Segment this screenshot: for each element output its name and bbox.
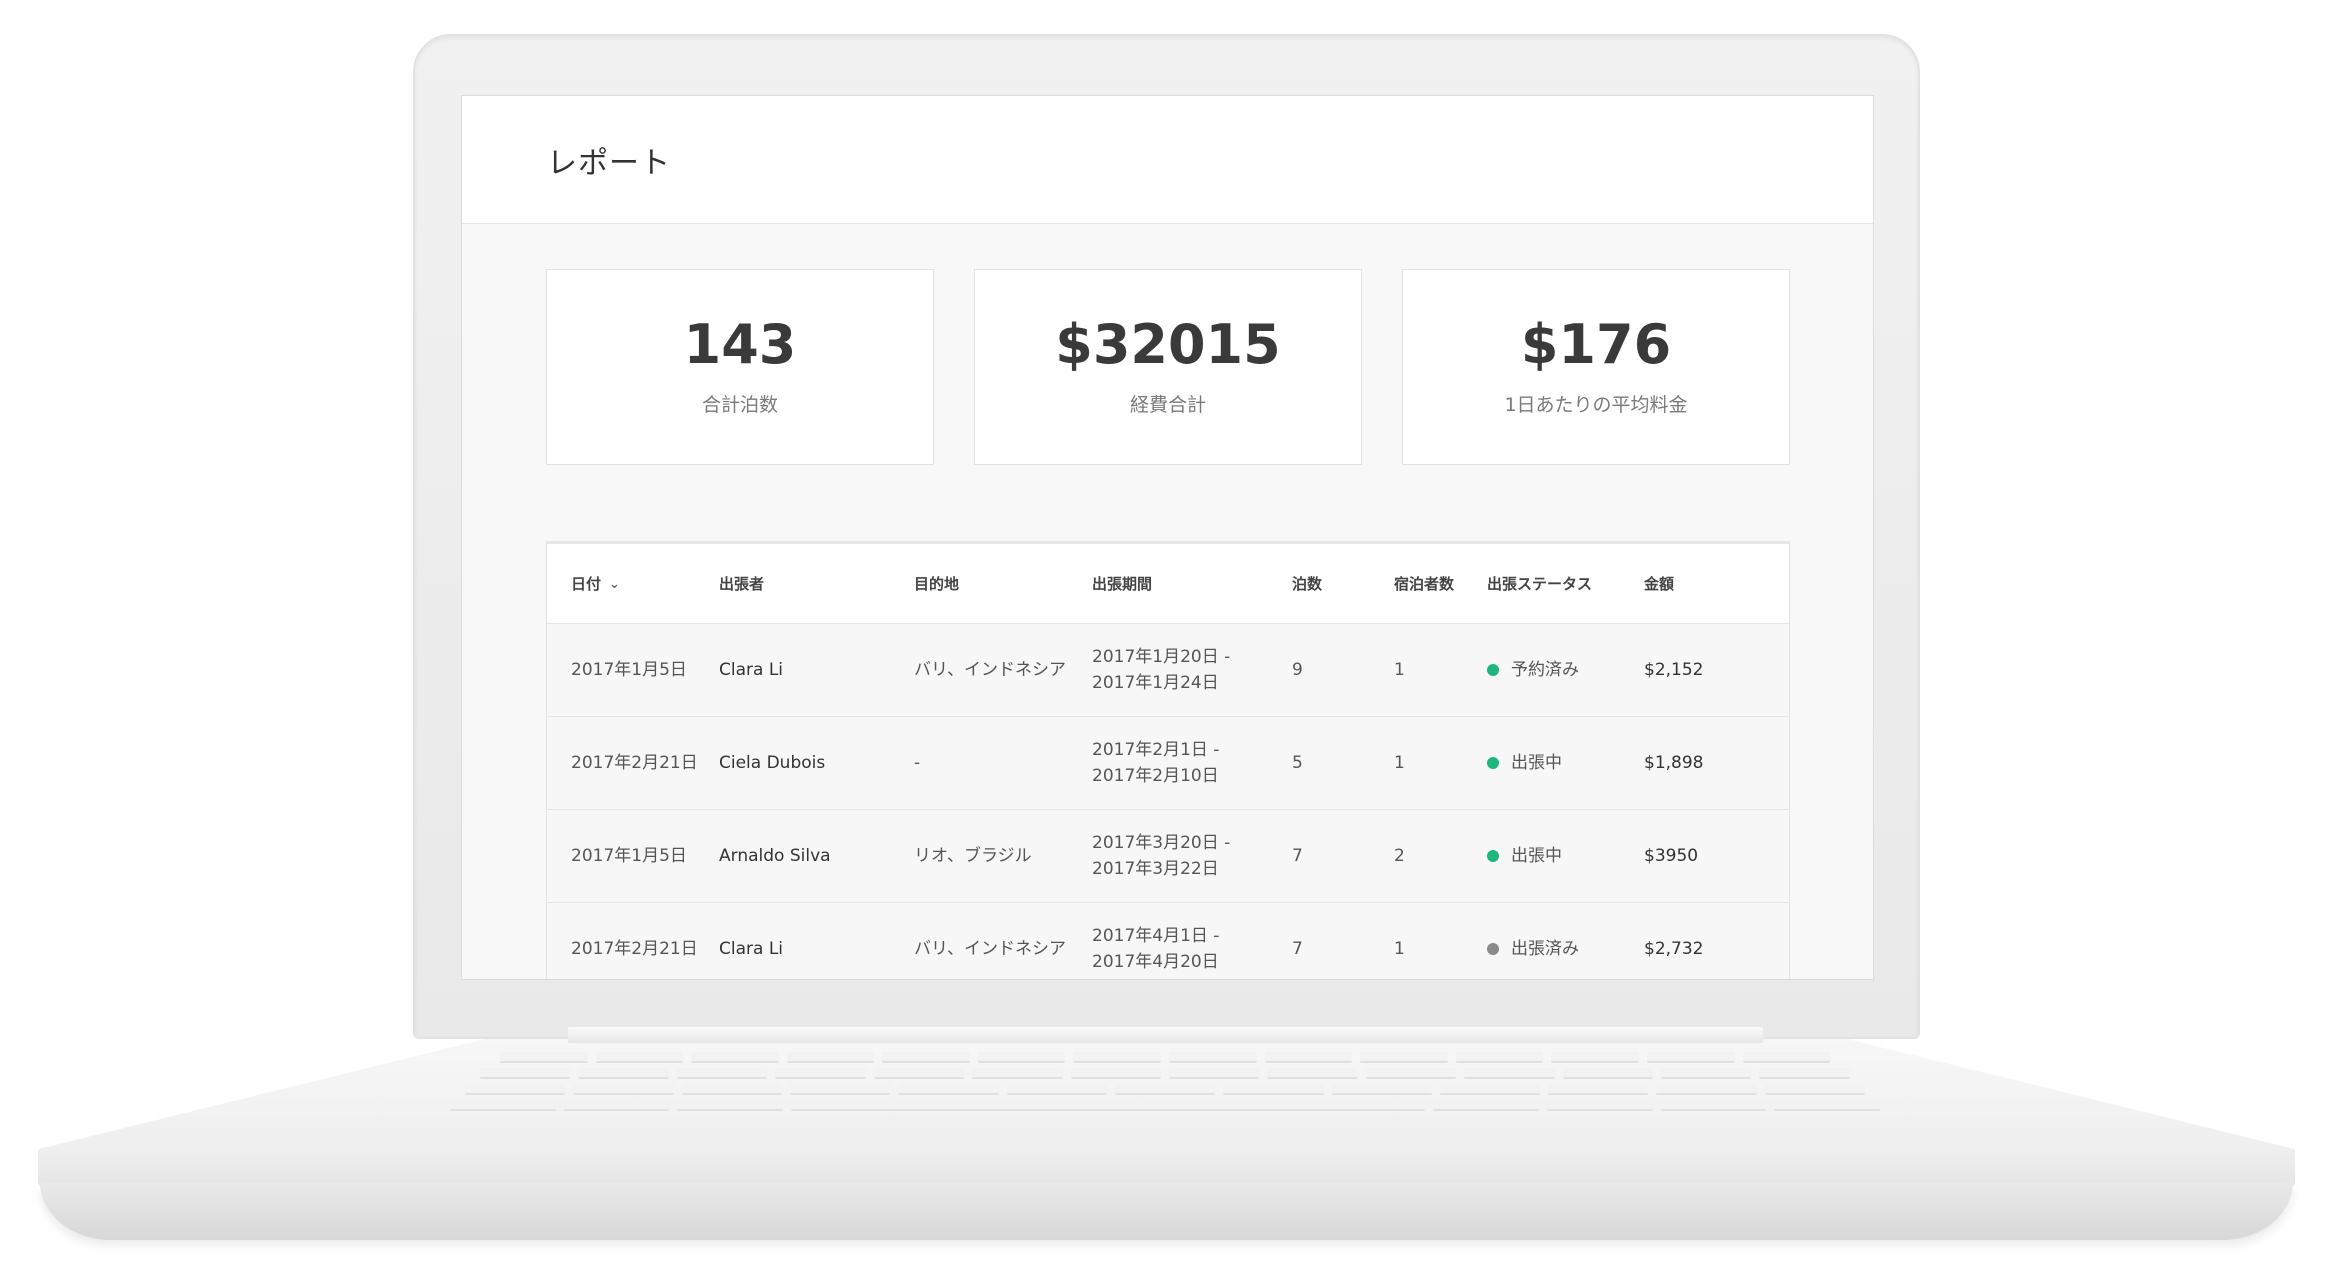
cell-destination: リオ、ブラジル <box>914 846 1032 866</box>
status-label: 出張済み <box>1511 939 1579 959</box>
stat-value: $32015 <box>1055 312 1281 376</box>
period-end: 2017年4月20日 <box>1092 952 1219 972</box>
stat-label: 合計泊数 <box>701 393 778 416</box>
period-start: 2017年1月20日 - <box>1092 647 1231 667</box>
column-header-status[interactable]: 出張ステータス <box>1487 573 1644 594</box>
report-table: 日付 ⌄ 出張者 目的地 出張期間 泊数 宿泊者数 出張ステータス 金額 2017… <box>546 541 1790 979</box>
page-title: レポート <box>547 145 671 181</box>
stat-value: 143 <box>683 312 797 376</box>
status-dot-icon <box>1487 943 1499 955</box>
stat-label: 経費合計 <box>1129 393 1206 416</box>
cell-amount: $3950 <box>1644 846 1699 866</box>
column-header-period[interactable]: 出張期間 <box>1092 573 1292 594</box>
cell-destination: - <box>914 753 921 773</box>
column-header-nights[interactable]: 泊数 <box>1292 573 1394 594</box>
cell-destination: バリ、インドネシア <box>914 660 1066 680</box>
cell-status: 出張済み <box>1487 936 1644 962</box>
cell-nights: 7 <box>1292 939 1303 959</box>
period-start: 2017年3月20日 - <box>1092 833 1231 853</box>
cell-status: 予約済み <box>1487 657 1644 683</box>
laptop-hinge <box>568 1027 1763 1043</box>
stat-value: $176 <box>1520 312 1672 376</box>
stat-label: 1日あたりの平均料金 <box>1504 393 1688 416</box>
period-start: 2017年4月1日 - <box>1092 926 1220 946</box>
cell-traveler: Clara Li <box>719 660 784 680</box>
cell-guests: 1 <box>1394 660 1405 680</box>
column-header-label: 日付 <box>571 575 602 593</box>
table-row[interactable]: 2017年2月21日 Ciela Dubois - 2017年2月1日 -201… <box>547 717 1789 810</box>
cell-guests: 2 <box>1394 846 1405 866</box>
status-dot-icon <box>1487 850 1499 862</box>
cell-amount: $2,732 <box>1644 939 1704 959</box>
stat-card-total-nights: 143 合計泊数 <box>546 269 934 465</box>
table-header: 日付 ⌄ 出張者 目的地 出張期間 泊数 宿泊者数 出張ステータス 金額 <box>547 544 1789 624</box>
status-label: 出張中 <box>1511 846 1562 866</box>
cell-period: 2017年1月20日 - 2017年1月24日 <box>1092 644 1292 696</box>
cell-guests: 1 <box>1394 939 1405 959</box>
column-header-amount[interactable]: 金額 <box>1644 573 1764 594</box>
cell-period: 2017年4月1日 - 2017年4月20日 <box>1092 923 1292 975</box>
period-end: 2017年3月22日 <box>1092 859 1219 879</box>
stats-row: 143 合計泊数 $32015 経費合計 $176 1日あたりの平均料金 <box>546 269 1790 465</box>
cell-status: 出張中 <box>1487 750 1644 776</box>
cell-status: 出張中 <box>1487 843 1644 869</box>
cell-date: 2017年2月21日 <box>571 753 698 773</box>
keyboard <box>440 1052 1890 1122</box>
period-end: 2017年2月10日 <box>1092 766 1219 786</box>
cell-nights: 7 <box>1292 846 1303 866</box>
cell-nights: 5 <box>1292 753 1303 773</box>
stat-card-avg-daily-rate: $176 1日あたりの平均料金 <box>1402 269 1790 465</box>
cell-guests: 1 <box>1394 753 1405 773</box>
chevron-down-icon[interactable]: ⌄ <box>609 577 620 592</box>
stat-card-total-expenses: $32015 経費合計 <box>974 269 1362 465</box>
status-label: 出張中 <box>1511 753 1562 773</box>
table-row[interactable]: 2017年2月21日 Clara Li バリ、インドネシア 2017年4月1日 … <box>547 903 1789 979</box>
cell-traveler: Arnaldo Silva <box>719 846 831 866</box>
table-row[interactable]: 2017年1月5日 Arnaldo Silva リオ、ブラジル 2017年3月2… <box>547 810 1789 903</box>
cell-traveler: Ciela Dubois <box>719 753 826 773</box>
laptop-base-edge <box>40 1182 2293 1240</box>
app-header: レポート <box>462 96 1873 224</box>
cell-traveler: Clara Li <box>719 939 784 959</box>
status-dot-icon <box>1487 664 1499 676</box>
column-header-date[interactable]: 日付 ⌄ <box>547 573 719 594</box>
cell-date: 2017年2月21日 <box>571 939 698 959</box>
status-label: 予約済み <box>1511 660 1579 680</box>
cell-period: 2017年3月20日 - 2017年3月22日 <box>1092 830 1292 882</box>
cell-nights: 9 <box>1292 660 1303 680</box>
column-header-destination[interactable]: 目的地 <box>914 573 1092 594</box>
cell-amount: $2,152 <box>1644 660 1704 680</box>
cell-period: 2017年2月1日 - 2017年2月10日 <box>1092 737 1292 789</box>
status-dot-icon <box>1487 757 1499 769</box>
table-row[interactable]: 2017年1月5日 Clara Li バリ、インドネシア 2017年1月20日 … <box>547 624 1789 717</box>
period-end: 2017年1月24日 <box>1092 673 1219 693</box>
cell-amount: $1,898 <box>1644 753 1704 773</box>
cell-date: 2017年1月5日 <box>571 846 687 866</box>
app-window: レポート 143 合計泊数 $32015 経費合計 $176 1日あたりの平均料… <box>461 95 1874 980</box>
period-start: 2017年2月1日 - <box>1092 740 1220 760</box>
cell-date: 2017年1月5日 <box>571 660 687 680</box>
column-header-guests[interactable]: 宿泊者数 <box>1394 573 1487 594</box>
cell-destination: バリ、インドネシア <box>914 939 1066 959</box>
column-header-traveler[interactable]: 出張者 <box>719 573 914 594</box>
